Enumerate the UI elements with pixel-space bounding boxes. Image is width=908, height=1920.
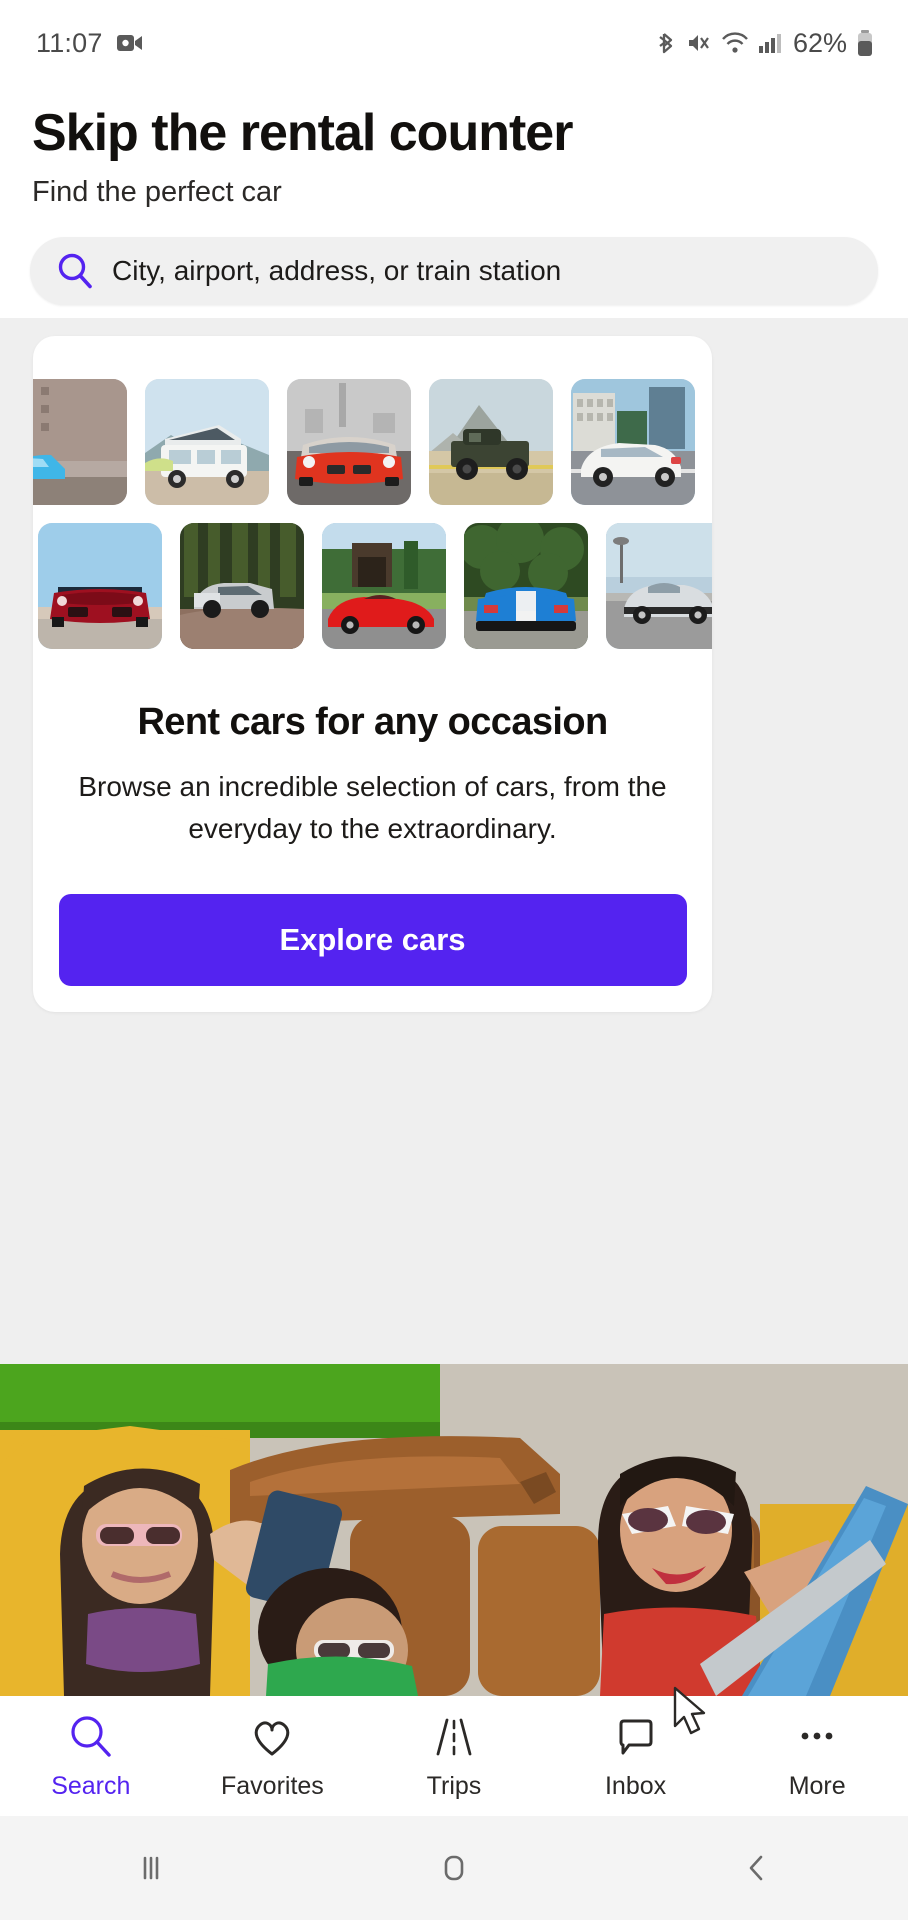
android-system-nav (0, 1816, 908, 1920)
back-button[interactable] (697, 1848, 817, 1888)
nav-item-search[interactable]: Search (0, 1712, 182, 1801)
car-thumbnail[interactable] (180, 523, 304, 649)
nav-label-trips: Trips (426, 1771, 482, 1800)
nav-label-favorites: Favorites (220, 1771, 324, 1800)
page-subtitle: Find the perfect car (32, 176, 282, 209)
car-thumbnail[interactable] (145, 379, 269, 505)
page-title: Skip the rental counter (32, 104, 573, 162)
status-bar-clock: 11:07 (36, 27, 103, 58)
nav-item-inbox[interactable]: Inbox (545, 1712, 727, 1801)
promo-card: Rent cars for any occasion Browse an inc… (33, 336, 712, 1012)
search-bar[interactable]: City, airport, address, or train station (30, 237, 878, 306)
mute-icon (686, 30, 712, 56)
car-thumbnail[interactable] (606, 523, 712, 649)
bluetooth-icon (657, 30, 677, 56)
heart-icon (249, 1712, 295, 1760)
promo-card-title: Rent cars for any occasion (137, 701, 608, 743)
search-container: City, airport, address, or train station (0, 209, 908, 306)
car-thumbnail[interactable] (429, 379, 553, 505)
thumbnail-row-2[interactable] (38, 523, 712, 649)
speech-bubble-icon (613, 1712, 659, 1760)
cellular-signal-icon (758, 30, 782, 56)
status-bar: 11:07 62% (0, 0, 908, 86)
road-icon (431, 1712, 477, 1760)
car-thumbnail[interactable] (464, 523, 588, 649)
thumbnail-row-1[interactable] (33, 379, 712, 505)
content-scroll-region[interactable]: Rent cars for any occasion Browse an inc… (0, 318, 908, 1696)
status-bar-right: 62% (657, 28, 874, 59)
hero-photo (0, 1364, 908, 1696)
nav-item-more[interactable]: More (726, 1712, 908, 1801)
car-thumbnail[interactable] (322, 523, 446, 649)
nav-item-trips[interactable]: Trips (363, 1712, 545, 1801)
page-header: Skip the rental counter Find the perfect… (0, 86, 908, 209)
nav-label-inbox: Inbox (604, 1771, 667, 1800)
wifi-icon (721, 30, 749, 56)
nav-label-search: Search (51, 1771, 131, 1800)
search-icon (56, 252, 94, 290)
search-icon (68, 1712, 114, 1760)
screen-record-icon (116, 33, 143, 53)
battery-percent-label: 62% (792, 27, 847, 58)
bottom-navigation-bar: Search Favorites Trips Inbox More (0, 1696, 908, 1816)
car-thumbnail[interactable] (287, 379, 411, 505)
promo-card-body: Browse an incredible selection of cars, … (78, 771, 667, 844)
status-bar-left: 11:07 (36, 28, 143, 59)
search-input[interactable]: City, airport, address, or train station (112, 255, 561, 287)
recent-apps-button[interactable] (91, 1848, 211, 1888)
car-thumbnail[interactable] (33, 379, 127, 505)
car-thumbnail[interactable] (38, 523, 162, 649)
battery-icon (856, 29, 874, 57)
explore-cars-button[interactable]: Explore cars (58, 894, 687, 986)
nav-item-favorites[interactable]: Favorites (182, 1712, 364, 1801)
home-button[interactable] (394, 1848, 514, 1888)
car-thumbnail[interactable] (571, 379, 695, 505)
nav-label-more: More (788, 1771, 846, 1800)
phone-screen: 11:07 62% Skip the rental counter Find t… (0, 0, 908, 1920)
ellipsis-icon (794, 1712, 840, 1760)
